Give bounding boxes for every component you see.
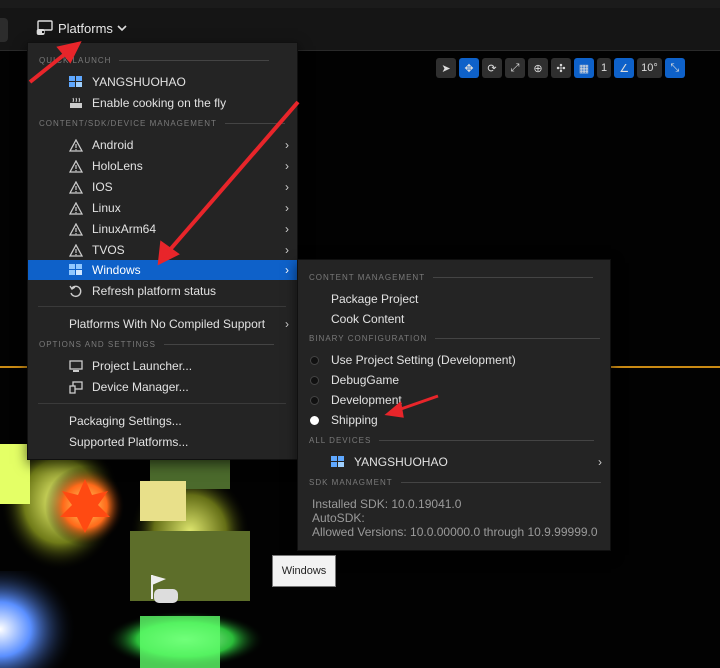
annotation-arrows: [28, 41, 439, 418]
annotation-arrow: [157, 100, 300, 266]
annotation-arrow: [28, 41, 82, 84]
annotation-arrow: [384, 394, 439, 418]
